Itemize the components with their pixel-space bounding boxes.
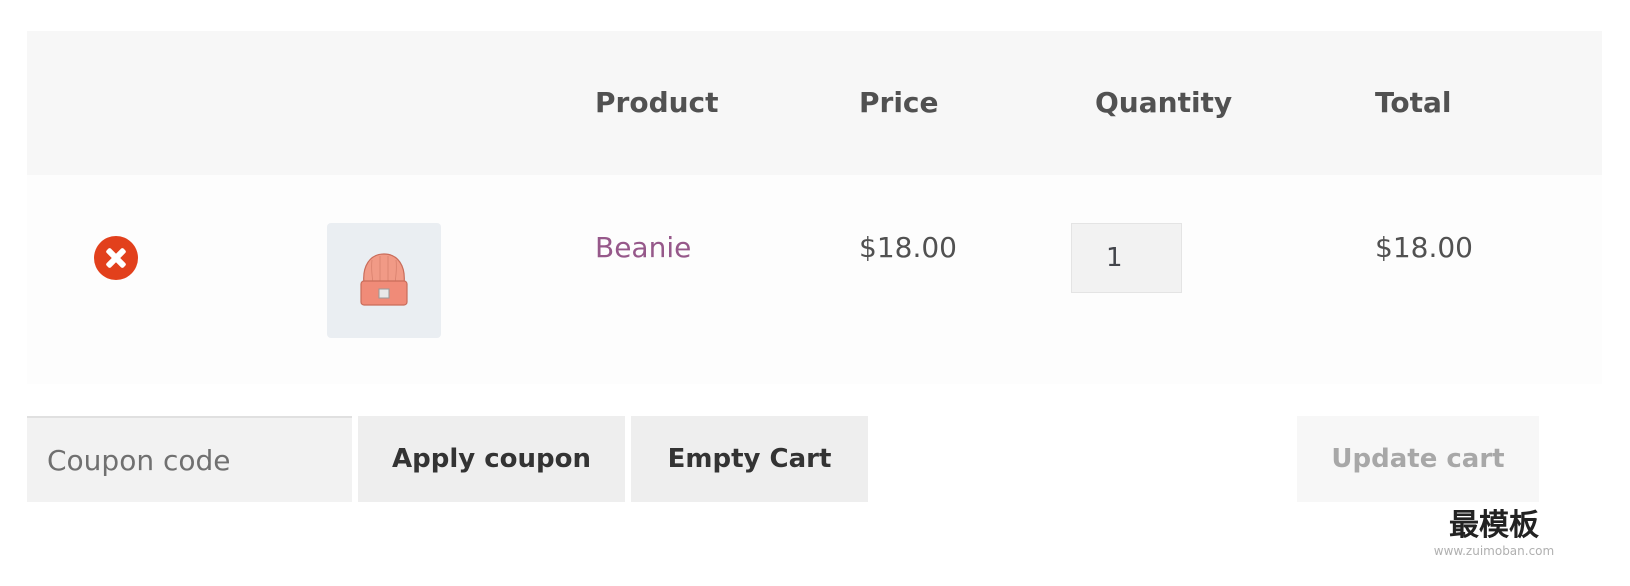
watermark: 最模板 www.zuimoban.com	[1424, 508, 1564, 558]
cart-item-row: Beanie $18.00 $18.00	[27, 175, 1602, 384]
item-total: $18.00	[1375, 231, 1473, 264]
column-header-total: Total	[1375, 86, 1452, 119]
column-header-product: Product	[595, 86, 719, 119]
column-header-price: Price	[859, 86, 939, 119]
product-thumbnail[interactable]	[327, 223, 441, 338]
coupon-code-input[interactable]	[27, 416, 352, 502]
quantity-input[interactable]	[1071, 223, 1182, 293]
watermark-url: www.zuimoban.com	[1433, 544, 1555, 558]
item-price: $18.00	[859, 231, 957, 264]
beanie-hat-icon	[360, 253, 408, 306]
remove-item-icon[interactable]	[94, 236, 138, 280]
cart-table: Product Price Quantity Total Beanie $18.…	[27, 31, 1602, 384]
empty-cart-button[interactable]: Empty Cart	[631, 416, 868, 502]
watermark-title: 最模板	[1449, 508, 1539, 543]
apply-coupon-button[interactable]: Apply coupon	[358, 416, 625, 502]
column-header-quantity: Quantity	[1095, 86, 1233, 119]
cart-table-header: Product Price Quantity Total	[27, 31, 1602, 175]
update-cart-button[interactable]: Update cart	[1297, 416, 1539, 502]
product-name-link[interactable]: Beanie	[595, 228, 691, 268]
